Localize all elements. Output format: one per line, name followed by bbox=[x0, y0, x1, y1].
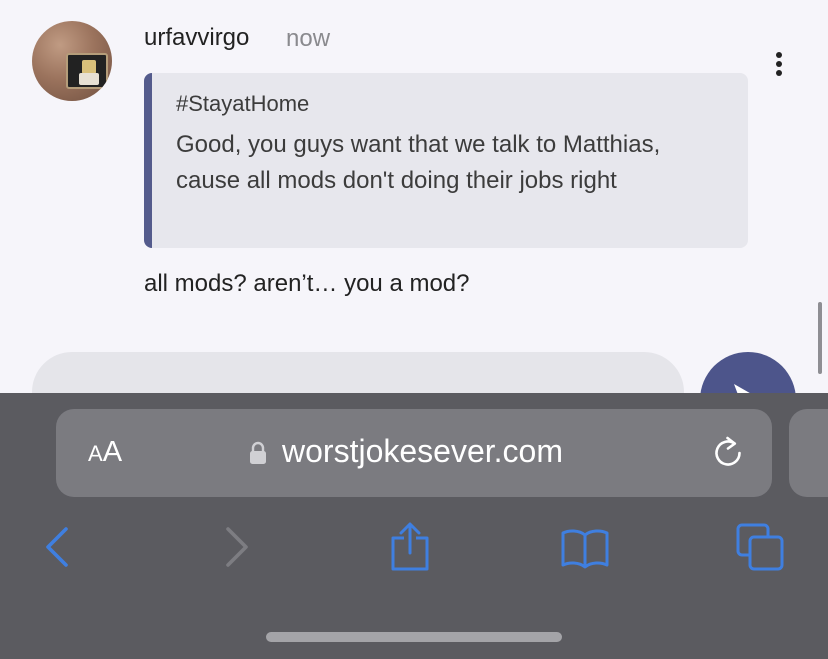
lock-icon bbox=[250, 441, 266, 464]
avatar-figure-face bbox=[82, 60, 96, 74]
avatar-picture-frame bbox=[66, 53, 108, 89]
quote-text: Good, you guys want that we talk to Matt… bbox=[176, 131, 661, 194]
post-timestamp: now bbox=[286, 25, 331, 52]
quote-accent-bar bbox=[144, 73, 152, 248]
page-scrollbar[interactable] bbox=[818, 302, 822, 374]
url-text[interactable]: worstjokesever.com bbox=[282, 433, 563, 470]
tabs-icon[interactable] bbox=[734, 521, 786, 573]
address-bar[interactable]: AA worstjokesever.com bbox=[56, 409, 772, 497]
kebab-icon[interactable] bbox=[770, 50, 790, 78]
share-icon[interactable] bbox=[384, 521, 436, 573]
book-icon[interactable] bbox=[559, 521, 611, 573]
text-size-button[interactable]: AA bbox=[88, 436, 122, 469]
text-size-big-glyph: A bbox=[102, 436, 123, 468]
next-tab-preview[interactable] bbox=[789, 409, 828, 497]
home-indicator[interactable] bbox=[266, 632, 562, 642]
avatar-figure-body bbox=[79, 73, 99, 85]
chevron-left-icon[interactable] bbox=[32, 521, 84, 573]
text-size-small-glyph: A bbox=[88, 441, 103, 466]
chevron-right-icon[interactable] bbox=[210, 521, 262, 573]
quoted-message[interactable]: #StayatHome Good, you guys want that we … bbox=[144, 73, 748, 248]
reload-icon[interactable] bbox=[710, 435, 746, 471]
user-avatar[interactable] bbox=[32, 21, 112, 101]
post-username[interactable]: urfavvirgo bbox=[144, 24, 249, 52]
quote-hashtag: #StayatHome bbox=[176, 91, 310, 116]
reply-text: all mods? aren’t… you a mod? bbox=[144, 270, 470, 297]
browser-toolbar: AA worstjokesever.com bbox=[0, 393, 828, 659]
